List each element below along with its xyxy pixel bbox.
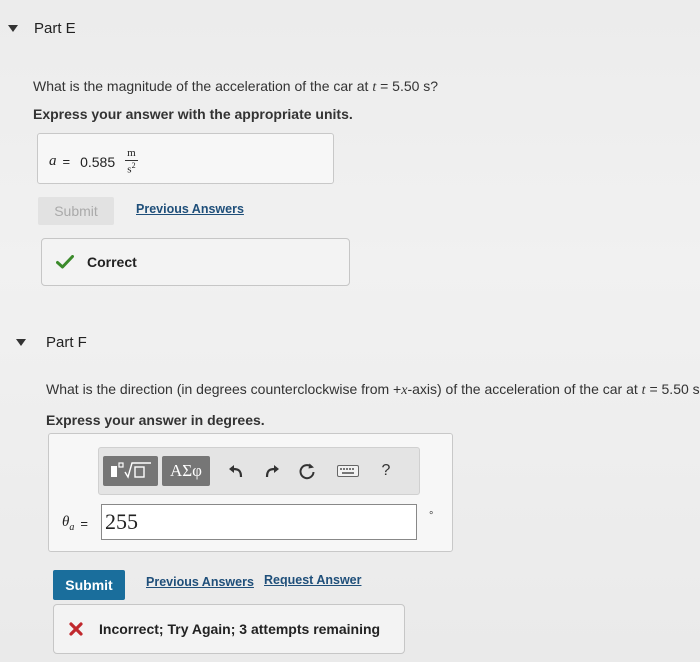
part-e-previous-answers-link[interactable]: Previous Answers <box>136 202 244 216</box>
redo-icon <box>265 465 279 478</box>
x-mark-icon <box>69 622 83 636</box>
keyboard-button[interactable] <box>335 456 361 486</box>
reset-icon <box>299 463 315 480</box>
part-e-header[interactable]: Part E <box>8 20 76 37</box>
part-e-submit-button[interactable]: Submit <box>38 197 114 225</box>
collapse-caret-icon[interactable] <box>16 339 26 346</box>
feedback-status: Correct <box>87 254 137 270</box>
part-e-answer-box: a = 0.585 m s2 <box>37 133 334 184</box>
answer-unit: m s2 <box>125 147 138 176</box>
part-f-previous-answers-link[interactable]: Previous Answers <box>146 575 254 589</box>
part-f-header[interactable]: Part F <box>16 334 87 351</box>
answer-value: 0.585 <box>80 153 116 170</box>
part-e-feedback: Correct <box>41 238 350 286</box>
keyboard-icon <box>337 465 359 477</box>
checkmark-icon <box>56 255 74 269</box>
part-e-title: Part E <box>34 20 76 37</box>
part-e-question: What is the magnitude of the acceleratio… <box>33 78 439 95</box>
redo-button[interactable] <box>261 456 283 486</box>
part-f-answer-box: ΑΣφ ? θa = 255 ° <box>48 433 453 552</box>
collapse-caret-icon[interactable] <box>8 25 18 32</box>
templates-icon <box>110 462 151 479</box>
help-button[interactable]: ? <box>377 456 395 486</box>
part-f-submit-button[interactable]: Submit <box>53 570 125 600</box>
part-f-answer-label: θa = <box>62 514 88 533</box>
templates-button[interactable] <box>103 456 158 486</box>
part-f-title: Part F <box>46 334 87 351</box>
part-f-request-answer-link[interactable]: Request Answer <box>264 573 361 587</box>
degree-unit-symbol: ° <box>429 510 434 522</box>
part-f-feedback: Incorrect; Try Again; 3 attempts remaini… <box>53 604 405 654</box>
equals-sign: = <box>62 154 71 170</box>
undo-icon <box>229 465 243 478</box>
reset-button[interactable] <box>295 456 319 486</box>
part-f-question: What is the direction (in degrees counte… <box>46 381 700 398</box>
symbols-button[interactable]: ΑΣφ <box>162 456 210 486</box>
undo-button[interactable] <box>225 456 247 486</box>
feedback-status: Incorrect; Try Again; 3 attempts remaini… <box>99 621 381 637</box>
part-e-answer-expression: a = 0.585 m s2 <box>49 148 138 176</box>
part-e-instruction: Express your answer with the appropriate… <box>33 106 353 122</box>
math-toolbar: ΑΣφ ? <box>98 447 420 495</box>
equals-sign: = <box>80 516 88 531</box>
answer-variable: θa <box>62 514 75 533</box>
part-f-instruction: Express your answer in degrees. <box>46 412 265 428</box>
part-f-answer-input[interactable]: 255 <box>101 504 417 540</box>
answer-variable: a <box>49 153 57 170</box>
